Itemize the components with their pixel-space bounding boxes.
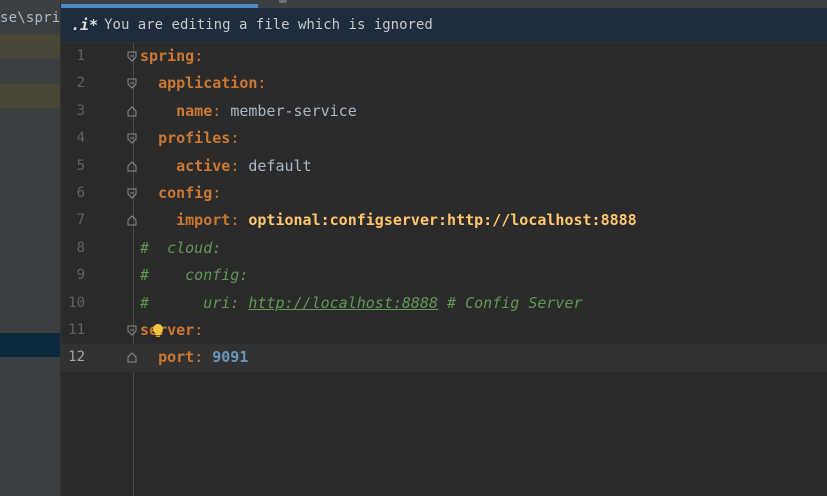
project-tool-window[interactable]: se\spri [0,0,60,496]
fold-marker-icon[interactable] [127,51,137,62]
project-tree-row-highlighted[interactable] [0,84,60,108]
fold-marker-icon[interactable] [127,133,137,144]
project-tree-row-selected[interactable] [0,333,60,357]
fold-end-icon[interactable] [127,352,137,363]
yaml-comment: # config: [140,266,249,285]
yaml-key: spring [140,47,195,65]
line-number: 3 [76,102,85,119]
yaml-value: optional:configserver:http://localhost:8… [248,211,637,230]
code-line[interactable]: 10 # uri: http://localhost:8888 # Config… [61,290,827,317]
banner-message: You are editing a file which is ignored [104,17,433,33]
code-line[interactable]: 8 # cloud: [61,235,827,262]
line-number: 10 [68,294,85,311]
code-line[interactable]: 5 active: default [61,153,827,180]
line-number: 12 [68,349,85,366]
yaml-key: application [158,74,258,93]
code-line[interactable]: 1 spring: [61,43,827,70]
code-line[interactable]: 3 name: member-service [61,98,827,125]
yaml-key: port [158,348,195,367]
code-line[interactable]: 2 application: [61,70,827,97]
yaml-key: config [158,184,213,202]
yaml-comment: # cloud: [140,238,222,257]
yaml-key: name [176,101,213,120]
fold-marker-icon[interactable] [127,188,137,199]
yaml-comment: # uri: [140,293,249,312]
code-line[interactable]: 6 config: [61,180,827,207]
fold-end-icon[interactable] [127,160,137,172]
code-line-current[interactable]: 12 port: 9091 [61,344,827,372]
comment-url-link[interactable]: http://localhost:8888 [248,294,438,312]
line-number: 8 [76,239,85,256]
ignore-file-icon: .i* [71,16,99,34]
code-line[interactable]: 11 server: [61,317,827,344]
line-number: 6 [76,185,85,201]
line-number: 7 [76,212,85,229]
line-number: 4 [76,130,85,147]
tab-close-edge [279,0,287,3]
yaml-key: profiles [158,129,231,148]
yaml-number-value: 9091 [212,348,249,367]
fold-end-icon[interactable] [127,215,137,226]
line-number: 9 [76,267,85,284]
yaml-key: active [176,156,231,175]
yaml-value: default [248,156,312,175]
project-tree-row-highlighted[interactable] [0,34,60,58]
yaml-key: import [176,211,231,230]
yaml-key: server [140,321,195,339]
line-number: 5 [76,157,85,174]
yaml-comment: # Config Server [438,293,583,312]
yaml-value: member-service [230,101,357,120]
code-editor[interactable]: 1 spring: 2 application: 3 name: member-… [61,43,827,496]
fold-marker-icon[interactable] [127,78,137,90]
line-number: 1 [76,48,85,64]
code-line[interactable]: 4 profiles: [61,125,827,152]
code-line[interactable]: 9 # config: [61,262,827,289]
lightbulb-icon[interactable] [151,323,165,339]
fold-end-icon[interactable] [127,106,137,117]
project-path-fragment: se\spri [0,10,60,26]
line-number: 11 [68,322,85,338]
line-number: 2 [76,75,85,92]
ignored-file-banner: .i* You are editing a file which is igno… [61,8,827,43]
fold-marker-icon[interactable] [127,325,137,336]
code-line[interactable]: 7 import: optional:configserver:http://l… [61,207,827,234]
